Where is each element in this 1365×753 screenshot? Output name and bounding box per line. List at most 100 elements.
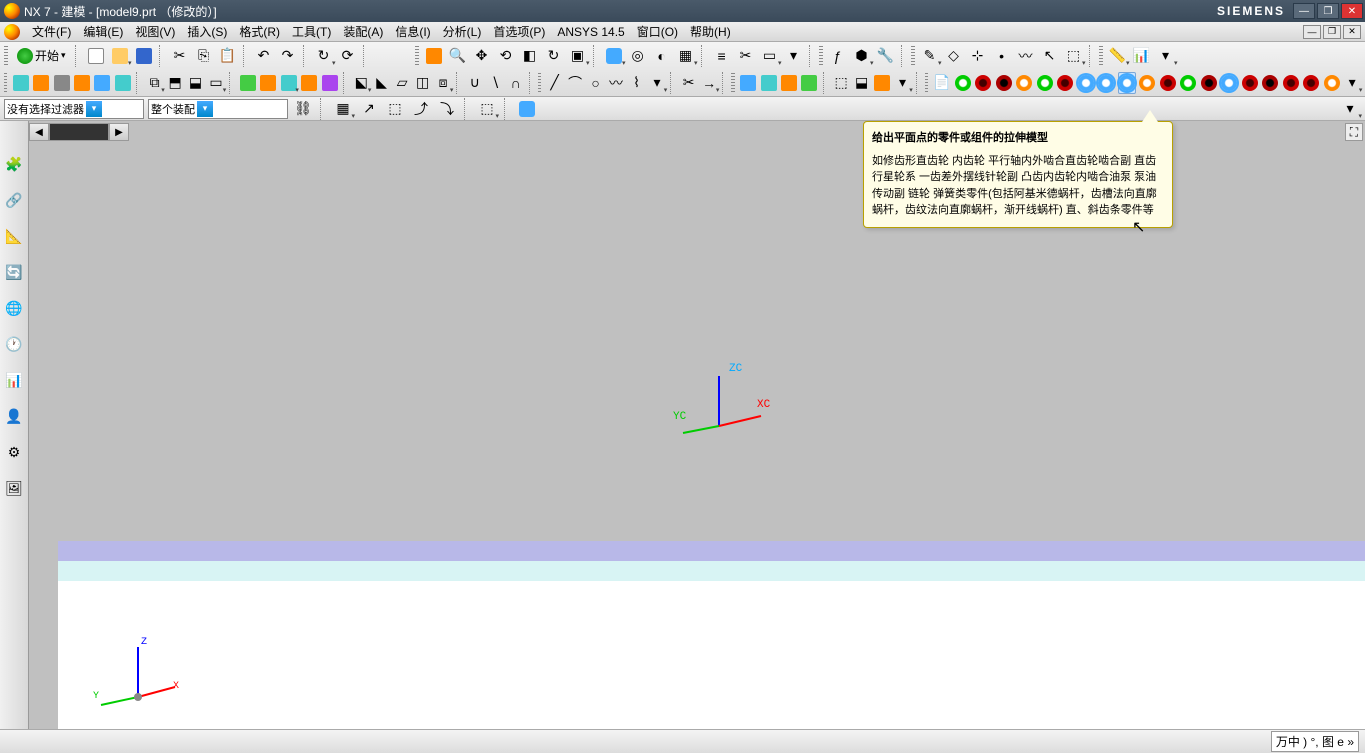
circle-button[interactable]: ○ (586, 72, 604, 94)
gear-red-1[interactable] (974, 72, 992, 94)
gear-extrude-button[interactable] (1118, 72, 1136, 94)
assembly-btn-1[interactable] (11, 72, 29, 94)
mdi-restore-button[interactable]: ❐ (1323, 25, 1341, 39)
assembly-btn-6[interactable] (114, 72, 132, 94)
gear-red-6[interactable] (1302, 72, 1320, 94)
roles-tab[interactable]: 👤 (3, 405, 25, 427)
measure-button[interactable]: 📏 (1107, 45, 1129, 67)
constraint-navigator-tab[interactable]: 📐 (3, 225, 25, 247)
part-navigator-tab[interactable]: 🧩 (3, 153, 25, 175)
menu-help[interactable]: 帮助(H) (684, 21, 737, 42)
menu-view[interactable]: 视图(V) (129, 21, 181, 42)
chamfer-button[interactable]: ◣ (372, 72, 390, 94)
dropdown-button[interactable]: ▾ (86, 101, 102, 117)
expand-view-button[interactable]: ⛶ (1345, 123, 1363, 141)
menu-window[interactable]: 窗口(O) (631, 21, 684, 42)
boss-button[interactable] (300, 72, 318, 94)
toolbar-grip[interactable] (4, 46, 8, 66)
filter-btn-2[interactable]: ▦ (332, 98, 354, 120)
unite-button[interactable]: ∪ (465, 72, 483, 94)
curve-more-button[interactable]: ▾ (648, 72, 666, 94)
view-style-button[interactable]: ▣ (567, 45, 589, 67)
minimize-button[interactable]: — (1293, 3, 1315, 19)
spline-button[interactable]: 〰 (607, 72, 625, 94)
filter-btn-8[interactable] (516, 98, 538, 120)
more-button[interactable]: ▾ (1155, 45, 1177, 67)
page-button[interactable]: 📄 (932, 72, 951, 94)
save-button[interactable] (133, 45, 155, 67)
wave-button[interactable]: ▭ (207, 72, 225, 94)
view-tab-active[interactable] (49, 123, 109, 141)
assembly-btn-4[interactable] (73, 72, 91, 94)
toolbar-grip[interactable] (731, 73, 734, 93)
view-zoom-button[interactable]: 🔍 (447, 45, 469, 67)
options-button[interactable]: ▾ (1339, 98, 1361, 120)
selection-scope-combo[interactable]: 整个装配 ▾ (148, 99, 288, 119)
groove-button[interactable] (320, 72, 338, 94)
more-view-button[interactable]: ▾ (783, 45, 805, 67)
toolbar-grip[interactable] (1099, 46, 1103, 66)
filter-btn-4[interactable]: ⬚ (384, 98, 406, 120)
assembly-btn-8[interactable]: ⬓ (186, 72, 204, 94)
dropdown-button[interactable]: ▾ (197, 101, 213, 117)
filter-btn-5[interactable]: ⤴ (410, 98, 432, 120)
section-button[interactable]: ▭ (759, 45, 781, 67)
mesh-more-button[interactable]: ▾ (893, 72, 911, 94)
open-button[interactable] (109, 45, 131, 67)
mdi-close-button[interactable]: ✕ (1343, 25, 1361, 39)
maximize-button[interactable]: ❐ (1317, 3, 1339, 19)
reuse-library-tab[interactable]: 🔄 (3, 261, 25, 283)
gear-red-2[interactable] (1056, 72, 1074, 94)
pointer-button[interactable]: ↖ (1039, 45, 1061, 67)
ime-indicator[interactable]: 万中 ) °, 图 e » (1271, 731, 1359, 752)
toolbar-grip[interactable] (538, 73, 541, 93)
analysis-button[interactable]: 📊 (1131, 45, 1153, 67)
repeat-command-button[interactable]: ↻ (313, 45, 335, 67)
view-cube-button[interactable]: ◧ (519, 45, 541, 67)
gear-red-3[interactable] (1158, 72, 1176, 94)
gear-darkred-2[interactable] (1199, 72, 1217, 94)
wireframe-button[interactable]: ◎ (627, 45, 649, 67)
menu-edit[interactable]: 编辑(E) (77, 21, 129, 42)
extrude-button[interactable] (238, 72, 256, 94)
shell-button[interactable]: ◫ (413, 72, 431, 94)
menu-analysis[interactable]: 分析(L) (437, 21, 488, 42)
undo-button[interactable]: ↶ (253, 45, 275, 67)
refresh-button[interactable]: ⟳ (337, 45, 359, 67)
mesh-btn-2[interactable]: ⬓ (852, 72, 870, 94)
trim-button[interactable]: ✂ (679, 72, 697, 94)
menu-ansys[interactable]: ANSYS 14.5 (551, 23, 630, 41)
surface-btn-2[interactable] (759, 72, 777, 94)
mesh-btn-3[interactable] (873, 72, 891, 94)
toolbar-grip[interactable] (925, 73, 928, 93)
filter-btn-6[interactable]: ⤵ (436, 98, 458, 120)
intersect-button[interactable]: ∩ (506, 72, 524, 94)
expression-button[interactable]: ƒ (827, 45, 849, 67)
gear-blue-1[interactable] (1077, 72, 1095, 94)
subtract-button[interactable]: ∖ (486, 72, 504, 94)
cut-button[interactable]: ✂ (169, 45, 191, 67)
select-button[interactable]: ⬚ (1063, 45, 1085, 67)
new-button[interactable] (85, 45, 107, 67)
gear-darkred-3[interactable] (1261, 72, 1279, 94)
menu-format[interactable]: 格式(R) (233, 21, 286, 42)
history-tab[interactable]: 🕐 (3, 333, 25, 355)
line-button[interactable]: ╱ (545, 72, 563, 94)
gear-blue-3[interactable] (1220, 72, 1238, 94)
curve-button[interactable]: 〰 (1015, 45, 1037, 67)
gear-orange-1[interactable] (1015, 72, 1033, 94)
sketch-button[interactable]: ✎ (919, 45, 941, 67)
assembly-btn-3[interactable] (52, 72, 70, 94)
blend-button[interactable]: ⬕ (352, 72, 370, 94)
assembly-btn-7[interactable]: ⬒ (166, 72, 184, 94)
toolbar-grip[interactable] (4, 73, 7, 93)
hole-button[interactable] (279, 72, 297, 94)
datum-button[interactable]: ◇ (943, 45, 965, 67)
extend-button[interactable]: → (700, 72, 718, 94)
clip-button[interactable]: ✂ (735, 45, 757, 67)
menu-preferences[interactable]: 首选项(P) (487, 21, 551, 42)
toolbar-grip[interactable] (415, 46, 419, 66)
point-button[interactable]: • (991, 45, 1013, 67)
gear-more-button[interactable]: ▾ (1343, 72, 1361, 94)
start-button[interactable]: 开始 ▾ (12, 45, 71, 66)
